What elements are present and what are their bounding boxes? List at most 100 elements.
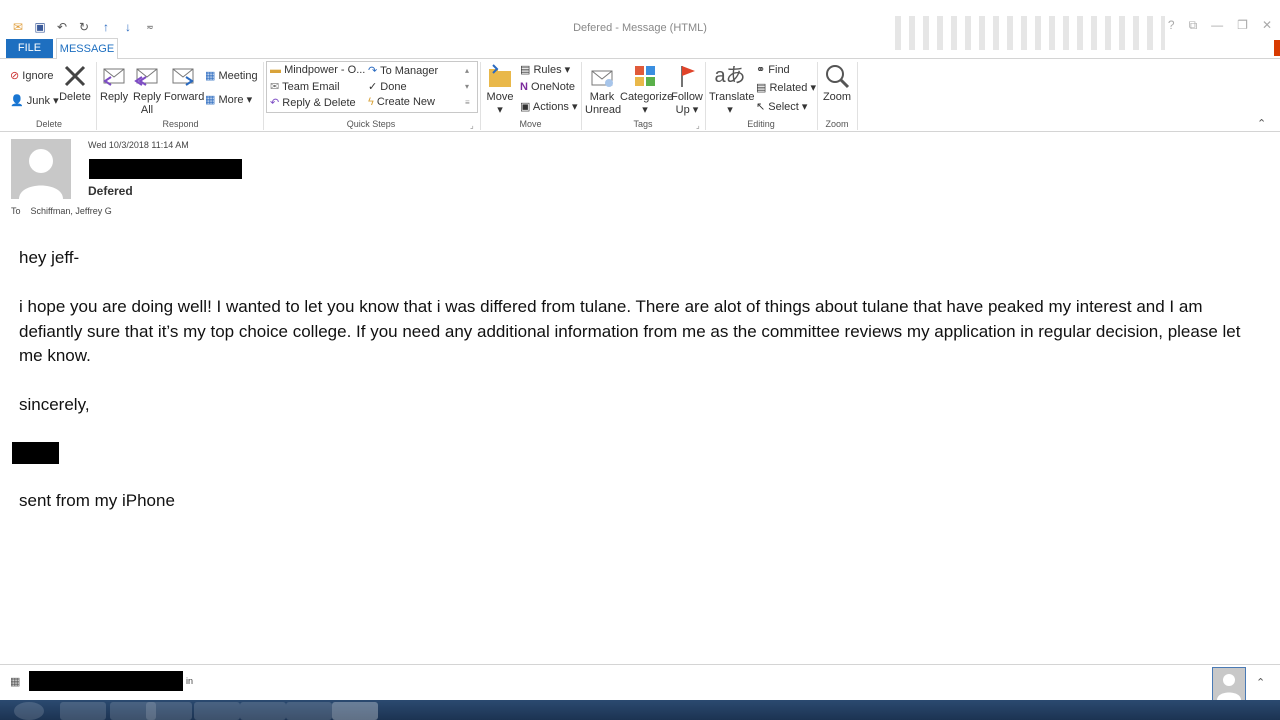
select-button[interactable]: ↖ Select ▾ — [756, 100, 807, 113]
delete-label: Delete — [59, 91, 91, 103]
mark-unread-button[interactable]: Mark Unread — [585, 63, 621, 117]
reply-button[interactable]: Reply — [100, 63, 128, 104]
redacted-people-info — [29, 671, 183, 691]
junk-button[interactable]: 👤 Junk ▾ — [10, 94, 59, 107]
quick-step-label: Team Email — [282, 81, 340, 93]
move-button[interactable]: Move ▾ — [485, 63, 515, 117]
move-folder-icon — [489, 64, 511, 87]
related-button[interactable]: ▤ Related ▾ — [756, 81, 816, 94]
taskbar-item[interactable] — [194, 702, 240, 720]
taskbar-item[interactable] — [146, 702, 192, 720]
gallery-scroll[interactable]: ▴ ▾ ≡ — [465, 63, 470, 111]
tab-message[interactable]: MESSAGE — [56, 38, 118, 60]
minimize-icon[interactable]: — — [1211, 18, 1223, 33]
onenote-label: OneNote — [531, 81, 576, 93]
window-controls: ? ⧉ — ❐ ✕ — [1168, 18, 1272, 33]
quick-step-create-new[interactable]: ϟ Create New — [368, 96, 435, 108]
quick-step-team-email[interactable]: ✉ Team Email — [270, 80, 340, 93]
meeting-button[interactable]: ▦ Meeting — [205, 69, 258, 82]
person-icon — [1217, 674, 1241, 700]
taskbar-item[interactable] — [240, 702, 286, 720]
translate-label: Translate — [709, 91, 755, 103]
more-button[interactable]: ▦ More ▾ — [205, 93, 252, 106]
quick-step-mindpower[interactable]: ▬ Mindpower - O... — [270, 64, 365, 76]
reply-label: Reply — [100, 91, 129, 103]
move-label: Move — [486, 91, 514, 103]
message-body[interactable]: hey jeff- i hope you are doing well! I w… — [12, 246, 1259, 538]
meeting-icon: ▦ — [205, 70, 216, 82]
onenote-button[interactable]: N OneNote — [520, 81, 575, 93]
delete-group-label: Delete — [35, 119, 62, 129]
taskbar-item-outlook[interactable] — [332, 702, 378, 720]
people-avatar[interactable] — [1212, 667, 1246, 701]
ignore-label: Ignore — [22, 70, 54, 82]
restore-icon[interactable]: ❐ — [1237, 18, 1248, 33]
recipient-name[interactable]: Schiffman, Jeffrey G — [31, 206, 112, 216]
more-label: More — [218, 94, 244, 106]
lightning-icon: ϟ — [368, 96, 374, 108]
redacted-sender — [89, 159, 242, 179]
folder-icon: ▬ — [270, 64, 281, 76]
follow-up-button[interactable]: Follow Up ▾ — [671, 63, 703, 117]
start-button[interactable] — [14, 702, 44, 720]
body-signature: sent from my iPhone — [19, 490, 175, 510]
ribbon-options-icon[interactable]: ⧉ — [1189, 18, 1198, 33]
expand-people-pane-icon[interactable]: ⌃ — [1256, 676, 1265, 689]
quick-step-label: Reply & Delete — [282, 97, 356, 109]
dialog-launcher-icon[interactable]: ⌟ — [470, 121, 474, 130]
notification-marker — [1274, 40, 1280, 56]
taskbar-item[interactable] — [286, 702, 332, 720]
tab-row — [0, 38, 1280, 59]
respond-group-label: Respond — [162, 119, 199, 129]
mail-icon: ✉ — [270, 81, 280, 93]
message-subject: Defered — [88, 184, 133, 198]
related-icon: ▤ — [756, 82, 767, 94]
taskbar-item[interactable] — [60, 702, 106, 720]
zoom-button[interactable]: Zoom — [820, 63, 854, 104]
mark-unread-label-1: Mark — [589, 91, 615, 103]
tab-file[interactable]: FILE — [6, 39, 53, 58]
quick-steps-group-label: Quick Steps — [346, 119, 396, 129]
zoom-label: Zoom — [822, 91, 852, 103]
reply-all-icon — [134, 68, 158, 86]
editing-group-label: Editing — [747, 119, 775, 129]
magnifier-icon — [826, 65, 850, 89]
quick-step-label: Mindpower - O... — [284, 64, 366, 76]
quick-step-to-manager[interactable]: ↷ To Manager — [368, 64, 438, 77]
follow-up-label-1: Follow — [671, 91, 703, 103]
ignore-icon: ⊘ — [10, 70, 20, 82]
calendar-icon: ▦ — [10, 676, 21, 688]
collapse-ribbon-icon[interactable]: ⌃ — [1257, 117, 1266, 130]
quick-step-reply-delete[interactable]: ↶ Reply & Delete — [270, 96, 356, 109]
categorize-button[interactable]: Categorize ▾ — [620, 63, 674, 117]
delete-button[interactable]: Delete — [58, 63, 92, 104]
tags-group-label: Tags — [633, 119, 653, 129]
reply-all-label-2: All — [140, 104, 154, 116]
more-icon: ▦ — [205, 94, 216, 106]
delete-icon — [64, 65, 86, 87]
quick-step-done[interactable]: ✓ Done — [368, 80, 407, 93]
categorize-icon — [635, 66, 655, 86]
redacted-signature — [12, 442, 59, 464]
translate-button[interactable]: aあ Translate ▾ — [709, 63, 755, 117]
forward-button[interactable]: Forward — [164, 63, 204, 104]
window-title: Defered - Message (HTML) — [573, 22, 707, 34]
find-button[interactable]: ⚭ Find — [756, 63, 790, 76]
message-date: Wed 10/3/2018 11:14 AM — [88, 140, 189, 150]
cursor-icon: ↖ — [756, 101, 766, 113]
rules-icon: ▤ — [520, 64, 531, 76]
to-label: To — [11, 206, 21, 216]
reply-icon — [103, 68, 125, 86]
junk-icon: 👤 — [10, 95, 24, 107]
actions-button[interactable]: ▣ Actions ▾ — [520, 100, 578, 113]
ignore-button[interactable]: ⊘ Ignore — [10, 69, 53, 82]
close-icon[interactable]: ✕ — [1262, 18, 1272, 33]
taskbar — [0, 700, 1280, 720]
categorize-label: Categorize — [620, 91, 674, 103]
dialog-launcher-icon[interactable]: ⌟ — [696, 121, 700, 130]
rules-button[interactable]: ▤ Rules ▾ — [520, 63, 570, 76]
move-group-label: Move — [519, 119, 542, 129]
help-icon[interactable]: ? — [1168, 18, 1175, 33]
reply-all-button[interactable]: Reply All — [132, 63, 162, 117]
check-icon: ✓ — [368, 81, 378, 93]
